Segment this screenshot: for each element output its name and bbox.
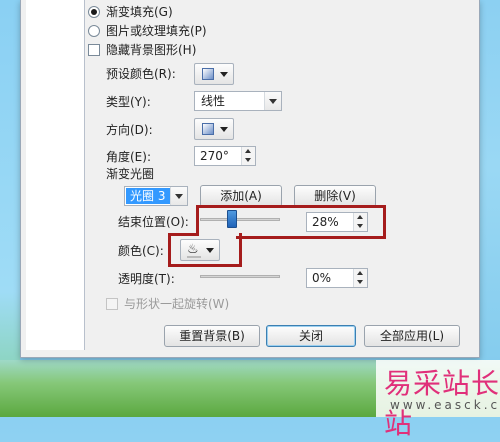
annotation-highlight-bottom	[168, 233, 242, 267]
transparency-label: 透明度(T):	[118, 272, 175, 286]
direction-swatch-icon	[202, 123, 214, 135]
add-stop-button[interactable]: 添加(A)	[200, 185, 282, 207]
chevron-down-icon	[170, 187, 187, 205]
dialog-nav-panel	[26, 0, 85, 350]
picture-texture-fill-label: 图片或纹理填充(P)	[106, 24, 207, 38]
preset-colors-label: 预设颜色(R):	[106, 67, 176, 81]
apply-all-button[interactable]: 全部应用(L)	[364, 325, 460, 347]
direction-label: 方向(D):	[106, 123, 153, 137]
chevron-down-icon	[220, 72, 228, 77]
direction-button[interactable]	[194, 118, 234, 140]
gradient-swatch-icon	[202, 68, 214, 80]
desktop-background-left	[0, 0, 20, 417]
type-select[interactable]: 线性	[194, 91, 282, 111]
annotation-highlight-joint	[168, 233, 199, 236]
spin-up-icon	[357, 271, 363, 275]
spin-down-icon	[245, 158, 251, 162]
chevron-down-icon	[220, 127, 228, 132]
rotate-with-shape-label: 与形状一起旋转(W)	[124, 297, 230, 311]
angle-label: 角度(E):	[106, 150, 151, 164]
transparency-value: 0%	[312, 271, 332, 285]
gradient-stop-select[interactable]: 光圈 3	[124, 186, 188, 206]
rotate-with-shape-checkbox[interactable]	[106, 298, 118, 310]
transparency-slider-track[interactable]	[200, 275, 280, 278]
angle-value: 270°	[200, 149, 229, 163]
end-position-label: 结束位置(O):	[118, 215, 189, 229]
preset-colors-button[interactable]	[194, 63, 234, 85]
color-label: 颜色(C):	[118, 244, 164, 258]
close-button[interactable]: 关闭	[266, 325, 356, 347]
type-label: 类型(Y):	[106, 95, 151, 109]
spinner-arrows[interactable]	[241, 147, 255, 165]
spin-down-icon	[357, 280, 363, 284]
gradient-stops-section-label: 渐变光圈	[106, 167, 155, 181]
gradient-stop-value: 光圈 3	[130, 189, 166, 203]
watermark-url: www.easck.com	[390, 398, 500, 412]
transparency-spinner[interactable]: 0%	[306, 268, 368, 288]
type-select-value: 线性	[201, 94, 226, 108]
annotation-highlight-right	[236, 233, 386, 239]
spin-up-icon	[245, 149, 251, 153]
gradient-fill-label: 渐变填充(G)	[106, 5, 173, 19]
delete-stop-button[interactable]: 删除(V)	[294, 185, 376, 207]
reset-background-button[interactable]: 重置背景(B)	[164, 325, 260, 347]
hide-background-label: 隐藏背景图形(H)	[106, 43, 197, 57]
hide-background-checkbox[interactable]	[88, 44, 100, 56]
spinner-arrows[interactable]	[353, 269, 367, 287]
picture-texture-fill-radio[interactable]	[88, 25, 100, 37]
gradient-fill-radio[interactable]	[88, 6, 100, 18]
annotation-highlight-top	[196, 205, 386, 236]
chevron-down-icon	[264, 92, 281, 110]
angle-spinner[interactable]: 270°	[194, 146, 256, 166]
